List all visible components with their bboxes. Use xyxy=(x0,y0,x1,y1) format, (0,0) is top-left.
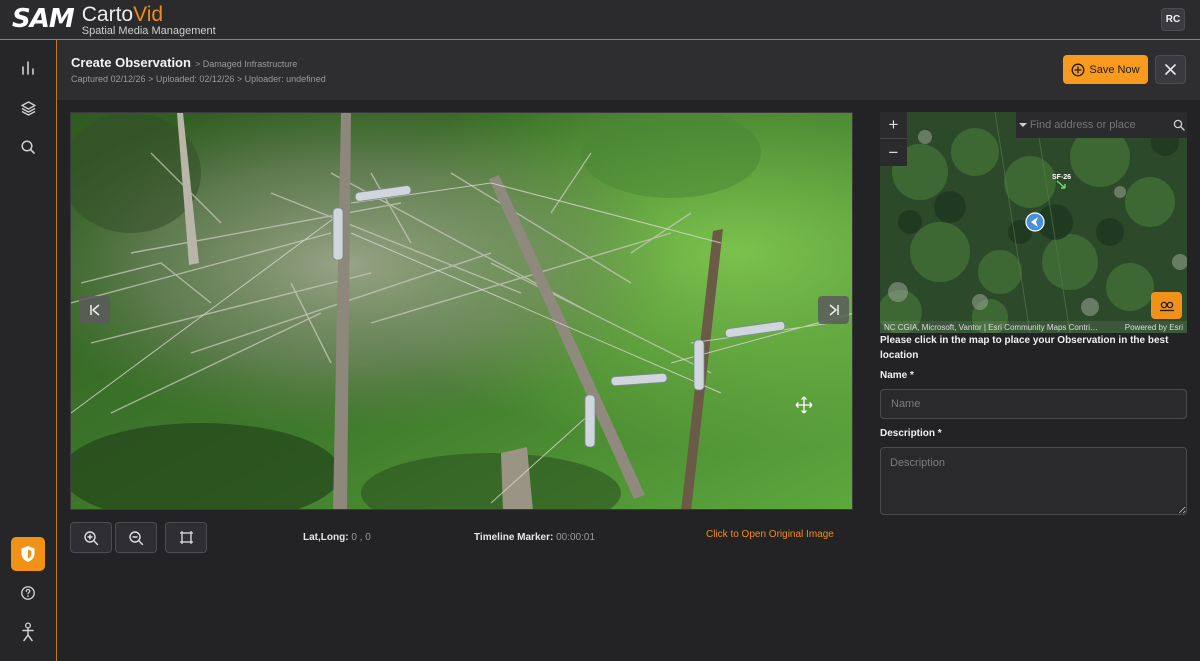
brand-logo: SAM xyxy=(12,4,75,34)
layers-icon[interactable] xyxy=(18,98,38,118)
page-title: Create Observation > Damaged Infrastructu… xyxy=(71,55,298,70)
basemap-toggle-button[interactable] xyxy=(1151,292,1182,319)
breadcrumb: > Damaged Infrastructure xyxy=(194,59,298,69)
map-placement-hint: Please click in the map to place your Ob… xyxy=(880,335,1169,361)
move-cursor-icon xyxy=(795,396,813,419)
help-icon[interactable] xyxy=(18,583,38,603)
top-bar: SAM CartoVid Spatial Media Management RC xyxy=(0,0,1200,40)
map-zoom-in-button[interactable]: + xyxy=(880,112,907,139)
description-label: Description * xyxy=(880,428,942,439)
chevron-down-icon[interactable] xyxy=(1016,122,1030,128)
zoom-in-button[interactable] xyxy=(70,522,112,553)
plus-circle-icon xyxy=(1071,63,1085,76)
arrow-icon xyxy=(1056,180,1066,189)
map-attribution: NC CGIA, Microsoft, Vantor | Esri Commun… xyxy=(880,321,1187,333)
page-header: Create Observation > Damaged Infrastructu… xyxy=(57,40,1200,100)
app-title: CartoVid xyxy=(81,3,164,26)
name-field[interactable] xyxy=(880,389,1187,419)
app-subtitle: Spatial Media Management xyxy=(81,25,216,37)
search-icon[interactable] xyxy=(18,137,38,157)
next-frame-button[interactable] xyxy=(818,296,849,324)
image-viewer[interactable] xyxy=(70,112,853,510)
zoom-in-icon xyxy=(84,530,99,545)
location-map[interactable]: + − SF-26 NC CGIA, Microsoft, Vantor | E… xyxy=(880,112,1187,333)
name-label: Name * xyxy=(880,370,914,381)
user-avatar[interactable]: RC xyxy=(1161,8,1185,31)
skip-forward-icon xyxy=(829,304,839,316)
fit-to-frame-button[interactable] xyxy=(165,522,207,553)
app-logo[interactable]: SAM CartoVid Spatial Media Management xyxy=(12,4,216,37)
drone-photo xyxy=(71,113,852,509)
zoom-out-icon xyxy=(129,530,144,545)
zoom-out-button[interactable] xyxy=(115,522,157,553)
capture-metadata: Captured 02/12/26 > Uploaded: 02/12/26 >… xyxy=(71,74,326,84)
timeline-marker-readout: Timeline Marker: 00:00:01 xyxy=(474,532,596,543)
location-marker-icon[interactable] xyxy=(1025,212,1045,237)
shield-badge-icon[interactable] xyxy=(11,537,45,571)
search-icon[interactable] xyxy=(1172,119,1187,131)
bar-chart-icon[interactable] xyxy=(18,58,38,78)
basemap-icon xyxy=(1159,301,1174,311)
map-search-input[interactable] xyxy=(1029,119,1172,131)
sidebar xyxy=(0,40,57,661)
frame-icon xyxy=(179,531,193,544)
skip-back-icon xyxy=(89,304,99,316)
close-icon xyxy=(1165,64,1176,75)
figure-icon[interactable] xyxy=(18,622,38,642)
previous-frame-button[interactable] xyxy=(79,296,110,324)
close-button[interactable] xyxy=(1155,55,1186,84)
map-zoom-controls: + − xyxy=(880,112,907,166)
map-zoom-out-button[interactable]: − xyxy=(880,139,907,166)
lat-long-readout: Lat,Long: 0 , 0 xyxy=(303,532,371,543)
open-original-image-link[interactable]: Click to Open Original Image xyxy=(706,529,834,540)
save-now-button[interactable]: Save Now xyxy=(1063,55,1148,84)
description-field[interactable] xyxy=(880,447,1187,515)
map-search-bar xyxy=(1016,112,1187,138)
